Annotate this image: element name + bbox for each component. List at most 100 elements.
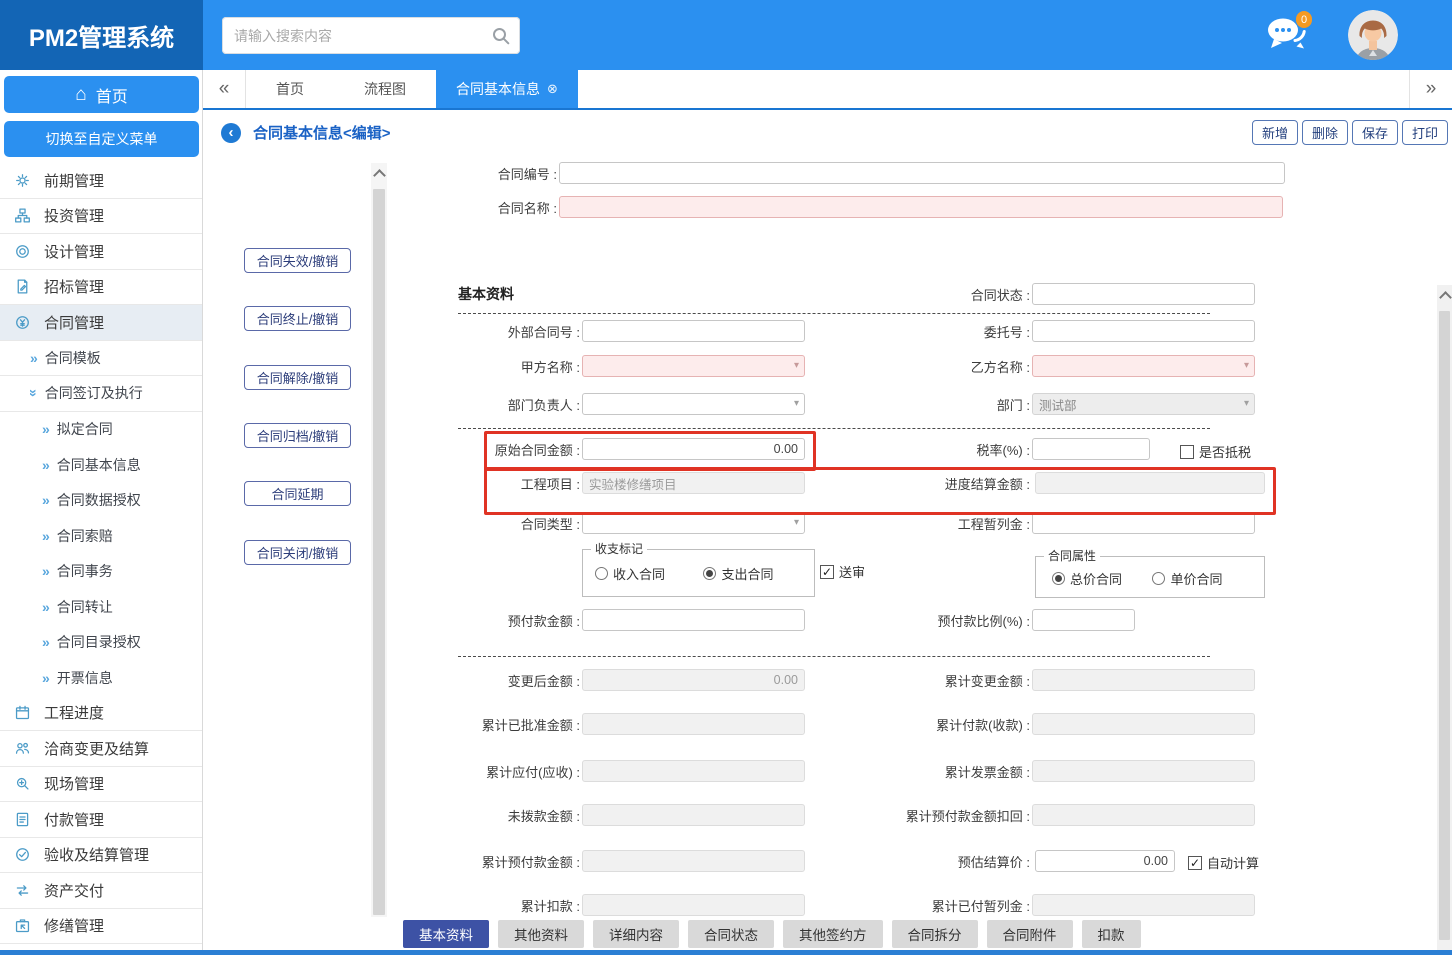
input-external-contract-no[interactable] — [582, 320, 805, 342]
sidebar-item-contract-dir-auth[interactable]: »合同目录授权 — [0, 625, 202, 661]
back-button[interactable]: ‹ — [221, 123, 241, 143]
field-label-prepay-ratio: 预付款比例(%) : — [838, 611, 1030, 630]
radio-total-price-contract[interactable]: 总价合同 — [1052, 569, 1122, 588]
sidebar-item-negotiation-settle[interactable]: 洽商变更及结算 — [0, 731, 202, 767]
avatar[interactable] — [1348, 10, 1398, 60]
contract-close-button[interactable]: 合同关闭/撤销 — [244, 540, 351, 565]
search-input[interactable] — [222, 28, 482, 44]
sidebar-item-repair-mgmt[interactable]: 修缮管理 — [0, 909, 202, 945]
collapse-tabs-right-button[interactable]: » — [1409, 70, 1452, 108]
input-party-a-name[interactable]: ▾ — [582, 355, 805, 377]
scroll-up-icon[interactable] — [1439, 291, 1452, 304]
sidebar-item-contract-data-auth[interactable]: »合同数据授权 — [0, 483, 202, 519]
sidebar-item-design-mgmt[interactable]: 设计管理 — [0, 234, 202, 270]
chevron-down-icon: ▾ — [794, 361, 799, 371]
sidebar-item-site-mgmt[interactable]: 现场管理 — [0, 767, 202, 803]
input-contract-name[interactable] — [559, 196, 1283, 218]
radio-icon[interactable] — [1152, 572, 1165, 585]
input-entrust-no[interactable] — [1032, 320, 1255, 342]
radio-income-contract[interactable]: 收入合同 — [595, 564, 665, 583]
scrollbar-thumb[interactable] — [373, 189, 385, 915]
bottom-tab-contract-status[interactable]: 合同状态 — [688, 920, 774, 948]
scroll-up-icon[interactable] — [373, 169, 386, 182]
contract-invalid-button[interactable]: 合同失效/撤销 — [244, 248, 351, 273]
input-prepay-ratio[interactable] — [1032, 609, 1135, 631]
sidebar-item-payment-mgmt[interactable]: 付款管理 — [0, 802, 202, 838]
bottom-tab-contract-attachment[interactable]: 合同附件 — [987, 920, 1073, 948]
bottom-tab-detail-content[interactable]: 详细内容 — [593, 920, 679, 948]
chevrons-right-icon: » — [42, 458, 50, 472]
contract-delay-button[interactable]: 合同延期 — [244, 481, 351, 506]
radio-icon[interactable] — [703, 567, 716, 580]
tab-home[interactable]: 首页 — [246, 70, 334, 108]
field-provisional-sum: 工程暂列金 : — [838, 512, 1255, 534]
save-button[interactable]: 保存 — [1352, 120, 1398, 145]
radio-icon[interactable] — [595, 567, 608, 580]
sidebar-item-early-stage-mgmt[interactable]: 前期管理 — [0, 163, 202, 199]
bottom-tab-deduction[interactable]: 扣款 — [1082, 920, 1141, 948]
radio-expense-contract[interactable]: 支出合同 — [703, 564, 773, 583]
radio-unit-price-contract[interactable]: 单价合同 — [1152, 569, 1222, 588]
sidebar-item-contract-affairs[interactable]: »合同事务 — [0, 554, 202, 590]
radio-label: 单价合同 — [1170, 569, 1222, 588]
tab-contract-basic-info[interactable]: 合同基本信息⊗ — [436, 70, 578, 108]
input-party-b-name[interactable]: ▾ — [1032, 355, 1255, 377]
bottom-tab-basic-info[interactable]: 基本资料 — [403, 920, 489, 948]
sidebar-item-acceptance-settle-mgmt[interactable]: 验收及结算管理 — [0, 838, 202, 874]
switch-custom-menu-button[interactable]: 切换至自定义菜单 — [4, 121, 199, 157]
input-est-settle-price[interactable]: 0.00 — [1035, 850, 1175, 872]
sidebar-item-asset-delivery[interactable]: 资产交付 — [0, 873, 202, 909]
search-icon[interactable] — [482, 26, 520, 46]
input-original-contract-amount[interactable]: 0.00 — [582, 438, 805, 460]
sidebar-item-contract-mgmt[interactable]: 合同管理 — [0, 305, 202, 341]
bottom-tab-other-info[interactable]: 其他资料 — [498, 920, 584, 948]
tab-flowchart[interactable]: 流程图 — [334, 70, 436, 108]
messages-button[interactable]: 0 — [1264, 12, 1320, 60]
delete-button[interactable]: 删除 — [1302, 120, 1348, 145]
input-dept-head[interactable]: ▾ — [582, 393, 805, 415]
contract-rescind-button[interactable]: 合同解除/撤销 — [244, 365, 351, 390]
auto-calc-checkbox[interactable]: ✓ — [1188, 856, 1202, 870]
sidebar-item-invoice-info[interactable]: »开票信息 — [0, 660, 202, 696]
tax-deduct-checkbox[interactable] — [1180, 445, 1194, 459]
collapse-tabs-left-button[interactable]: « — [203, 70, 246, 108]
bottom-tab-other-signers[interactable]: 其他签约方 — [783, 920, 883, 948]
review-checkbox[interactable]: ✓ — [820, 565, 834, 579]
review-label: 送审 — [839, 562, 865, 581]
page-scrollbar[interactable] — [1437, 285, 1452, 955]
input-contract-no[interactable] — [559, 162, 1285, 184]
input-value-changed-amount: 0.00 — [583, 673, 804, 687]
field-label-provisional-sum: 工程暂列金 : — [838, 514, 1030, 533]
field-contract-type: 合同类型 :▾ — [388, 512, 805, 534]
input-tax-rate[interactable] — [1032, 438, 1150, 460]
radio-icon[interactable] — [1052, 572, 1065, 585]
sidebar-item-investment-mgmt[interactable]: 投资管理 — [0, 199, 202, 235]
sidebar-item-contract-basic-info[interactable]: »合同基本信息 — [0, 447, 202, 483]
sidebar-item-draft-contract[interactable]: »拟定合同 — [0, 412, 202, 448]
transfer-icon — [14, 882, 31, 899]
contract-terminate-button[interactable]: 合同终止/撤销 — [244, 306, 351, 331]
sidebar-item-contract-transfer[interactable]: »合同转让 — [0, 589, 202, 625]
sidebar-item-bidding-mgmt[interactable]: 招标管理 — [0, 270, 202, 306]
print-button[interactable]: 打印 — [1402, 120, 1448, 145]
sidebar-item-contract-sign-exec[interactable]: »合同签订及执行 — [0, 376, 202, 412]
input-prepay-amount[interactable] — [582, 609, 805, 631]
contract-archive-button[interactable]: 合同归档/撤销 — [244, 423, 351, 448]
add-button[interactable]: 新增 — [1252, 120, 1298, 145]
sidebar-home-button[interactable]: ⌂ 首页 — [4, 76, 199, 113]
field-label-project: 工程项目 : — [388, 474, 580, 493]
form-row: 变更后金额 :0.00累计变更金额 : — [388, 669, 1437, 695]
close-icon[interactable]: ⊗ — [547, 81, 558, 97]
sidebar-item-contract-template[interactable]: »合同模板 — [0, 341, 202, 377]
sidebar-item-contract-claim[interactable]: »合同索赔 — [0, 518, 202, 554]
input-provisional-sum[interactable] — [1032, 512, 1255, 534]
form-scrollbar[interactable] — [371, 163, 387, 950]
bottom-tab-contract-split[interactable]: 合同拆分 — [892, 920, 978, 948]
people-icon — [14, 740, 31, 757]
input-contract-status[interactable] — [1032, 283, 1255, 305]
input-contract-type[interactable]: ▾ — [582, 512, 805, 534]
open-tabs: 首页流程图合同基本信息⊗ — [246, 70, 578, 108]
sidebar-item-project-progress[interactable]: 工程进度 — [0, 696, 202, 732]
field-label-changed-amount: 变更后金额 : — [388, 671, 580, 690]
scrollbar-thumb[interactable] — [1439, 311, 1450, 940]
